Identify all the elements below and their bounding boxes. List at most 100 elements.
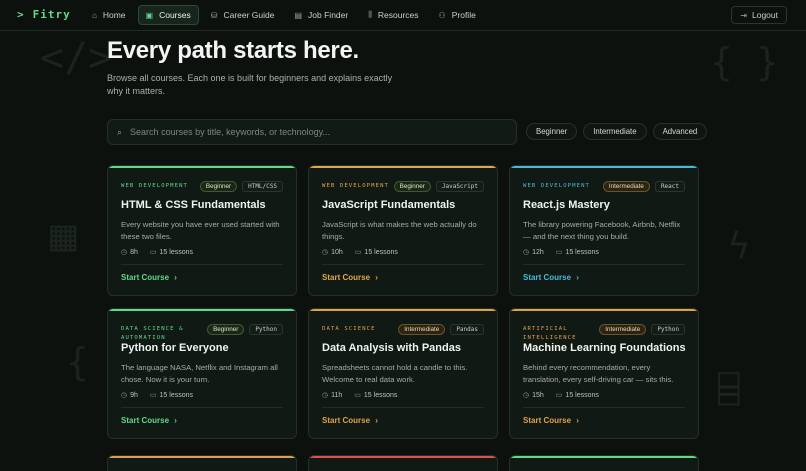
- nav-item-profile[interactable]: ⚇ Profile: [431, 5, 484, 25]
- user-icon: ⚇: [438, 10, 446, 20]
- nav-item-resources[interactable]: ⫼ Resources: [360, 5, 426, 25]
- card-hours: 9h: [130, 392, 138, 399]
- card-accent-line: [510, 166, 698, 168]
- card-lesson-count: 15 lessons: [364, 249, 398, 256]
- book-icon: ▭: [149, 392, 157, 399]
- search-input[interactable]: [130, 127, 491, 137]
- start-course-link[interactable]: Start Course ›: [523, 416, 579, 425]
- course-card[interactable]: DATA SCIENCE Intermediate Pandas Data An…: [308, 308, 498, 439]
- card-description: JavaScript is what makes the web actuall…: [322, 220, 477, 241]
- card-duration: ◷ 15h: [523, 391, 544, 399]
- card-tech-tag: React: [654, 181, 685, 192]
- card-level-badge: Intermediate: [599, 324, 647, 335]
- card-hours: 8h: [130, 249, 138, 256]
- start-course-link[interactable]: Start Course ›: [121, 273, 177, 282]
- start-course-link[interactable]: Start Course ›: [322, 273, 378, 282]
- course-card[interactable]: WEB DEVELOPMENT Intermediate React React…: [509, 165, 699, 296]
- course-card-partial[interactable]: [308, 455, 498, 471]
- start-course-label: Start Course: [121, 273, 170, 282]
- clock-icon: ◷: [322, 392, 329, 399]
- card-meta: DATA SCIENCE & AUTOMATION Beginner Pytho…: [121, 324, 283, 343]
- logout-label: Logout: [752, 10, 778, 20]
- nav-item-job-finder[interactable]: ▤ Job Finder: [286, 5, 356, 25]
- bg-bolt-glyph: ϟ: [728, 226, 750, 267]
- card-divider: [523, 264, 685, 265]
- card-duration: ◷ 8h: [121, 248, 138, 256]
- card-title: Python for Everyone: [121, 342, 229, 354]
- brand-name: Fitry: [32, 8, 71, 21]
- job-icon: ▤: [294, 10, 303, 20]
- card-duration: ◷ 10h: [322, 248, 343, 256]
- book-icon: ▭: [149, 249, 157, 256]
- card-category: WEB DEVELOPMENT: [322, 183, 390, 189]
- book-icon: ▣: [145, 10, 154, 20]
- start-course-link[interactable]: Start Course ›: [322, 416, 378, 425]
- logout-button[interactable]: ⇥ Logout: [731, 6, 787, 24]
- filter-advanced[interactable]: Advanced: [652, 123, 708, 140]
- card-divider: [121, 264, 283, 265]
- start-course-label: Start Course: [322, 273, 371, 282]
- card-level-badge: Beginner: [393, 181, 431, 192]
- briefcase-icon: ⛁: [210, 10, 218, 20]
- nav-item-label: Career Guide: [223, 10, 275, 20]
- clock-icon: ◷: [322, 249, 329, 256]
- card-meta: WEB DEVELOPMENT Beginner JavaScript: [322, 181, 484, 192]
- top-nav: > Fitry ⌂ Home ▣ Courses ⛁ Career Guide ▤ Job…: [0, 0, 806, 31]
- card-divider: [322, 264, 484, 265]
- card-lesson-count: 15 lessons: [565, 249, 599, 256]
- nav-item-career-guide[interactable]: ⛁ Career Guide: [203, 5, 283, 25]
- course-card-partial[interactable]: [509, 455, 699, 471]
- card-lesson-count: 15 lessons: [565, 392, 599, 399]
- course-card[interactable]: DATA SCIENCE & AUTOMATION Beginner Pytho…: [107, 308, 297, 439]
- home-icon: ⌂: [92, 10, 97, 20]
- card-title: Data Analysis with Pandas: [322, 342, 461, 354]
- card-description: The library powering Facebook, Airbnb, N…: [523, 220, 681, 241]
- card-lessons: ▭ 15 lessons: [355, 248, 398, 256]
- card-stats: ◷ 12h ▭ 15 lessons: [523, 248, 599, 256]
- bg-terminal-glyph: ⌸: [718, 370, 740, 411]
- nav-item-home[interactable]: ⌂ Home: [84, 5, 134, 25]
- card-description: The language NASA, Netflix and Instagram…: [121, 363, 278, 384]
- brand-logo[interactable]: > Fitry: [17, 8, 71, 21]
- chevron-right-icon: ›: [375, 416, 378, 425]
- chevron-right-icon: ›: [375, 273, 378, 282]
- nav-item-courses[interactable]: ▣ Courses: [137, 5, 199, 25]
- card-lesson-count: 15 lessons: [363, 392, 398, 399]
- card-title: React.js Mastery: [523, 199, 610, 211]
- card-level-badge: Beginner: [207, 324, 245, 335]
- start-course-link[interactable]: Start Course ›: [121, 416, 177, 425]
- card-accent-line: [309, 166, 497, 168]
- search-bar: ⌕: [107, 119, 517, 145]
- clock-icon: ◷: [523, 249, 530, 256]
- filter-intermediate[interactable]: Intermediate: [583, 123, 647, 140]
- search-icon: ⌕: [117, 126, 123, 137]
- card-lessons: ▭ 15 lessons: [354, 391, 397, 399]
- card-hours: 12h: [532, 249, 544, 256]
- card-divider: [121, 407, 283, 408]
- logout-icon: ⇥: [740, 10, 747, 20]
- nav-item-label: Profile: [451, 10, 476, 20]
- filter-beginner[interactable]: Beginner: [526, 123, 578, 140]
- book-icon: ▭: [354, 249, 362, 256]
- course-card[interactable]: WEB DEVELOPMENT Beginner HTML/CSS HTML &…: [107, 165, 297, 296]
- card-hours: 15h: [532, 392, 544, 399]
- card-category: ARTIFICIAL INTELLIGENCE: [523, 326, 577, 341]
- start-course-link[interactable]: Start Course ›: [523, 273, 579, 282]
- card-accent-line: [108, 309, 296, 311]
- nav-item-label: Resources: [377, 10, 419, 20]
- card-hours: 11h: [331, 392, 343, 399]
- course-card-partial[interactable]: [107, 455, 297, 471]
- card-divider: [322, 407, 484, 408]
- book-icon: ▭: [354, 392, 361, 399]
- nav-item-label: Home: [102, 10, 126, 20]
- card-stats: ◷ 15h ▭ 15 lessons: [523, 391, 599, 399]
- card-stats: ◷ 10h ▭ 15 lessons: [322, 248, 398, 256]
- course-card[interactable]: ARTIFICIAL INTELLIGENCE Intermediate Pyt…: [509, 308, 699, 439]
- card-stats: ◷ 9h ▭ 15 lessons: [121, 391, 193, 399]
- card-stats: ◷ 8h ▭ 15 lessons: [121, 248, 193, 256]
- card-description: Spreadsheets cannot hold a candle to thi…: [322, 363, 468, 384]
- card-duration: ◷ 9h: [121, 391, 138, 399]
- card-title: JavaScript Fundamentals: [322, 199, 456, 211]
- course-card[interactable]: WEB DEVELOPMENT Beginner JavaScript Java…: [308, 165, 498, 296]
- card-title: HTML & CSS Fundamentals: [121, 199, 266, 211]
